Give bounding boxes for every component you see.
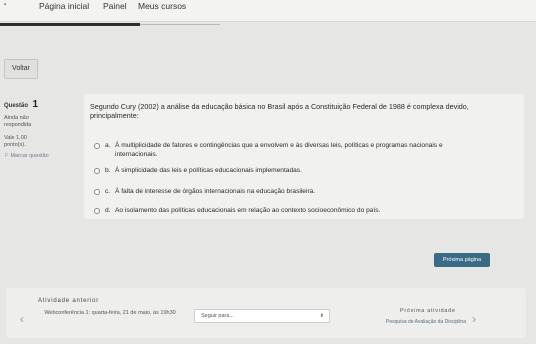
option-text: À falta de interesse de órgãos internaci…	[115, 188, 316, 195]
answer-option-a[interactable]: a. À multiplicidade de fatores e conting…	[94, 142, 485, 159]
answer-option-c[interactable]: c. À falta de interesse de órgãos intern…	[94, 188, 485, 197]
header-divider-thin	[140, 24, 220, 25]
answer-option-b[interactable]: b. À simplicidade das leis e políticas e…	[94, 167, 485, 176]
nav-dashboard[interactable]: Painel	[103, 1, 127, 11]
option-text: Ao isolamento das políticas educacionais…	[115, 207, 381, 214]
select-arrow-icon: ⬍	[319, 313, 324, 319]
jump-to-placeholder: Seguir para...	[201, 313, 235, 319]
question-status: Ainda não respondida	[4, 115, 32, 128]
option-text: À multiplicidade de fatores e contingênc…	[115, 142, 443, 158]
nav-home[interactable]: Página inicial	[39, 1, 89, 11]
header-divider	[0, 23, 140, 26]
option-letter: b.	[105, 167, 111, 174]
activity-navigation: ‹ Atividade anterior Webconferência 1: q…	[6, 288, 526, 338]
option-letter: d.	[105, 207, 111, 214]
radio-button-c[interactable]	[94, 189, 100, 195]
previous-activity-title: Atividade anterior	[38, 298, 100, 304]
radio-button-d[interactable]	[94, 208, 100, 214]
answer-option-d[interactable]: d. Ao isolamento das políticas educacion…	[94, 207, 485, 216]
chevron-left-icon[interactable]: ‹	[20, 312, 24, 326]
option-letter: a.	[105, 142, 111, 149]
top-navbar: ▪ Página inicial Painel Meus cursos	[0, 0, 536, 22]
next-activity-title: Próxima atividade	[400, 308, 456, 314]
question-label: Questão	[4, 103, 29, 109]
question-score: Vale 1,00 ponto(s).	[4, 135, 27, 148]
question-card: Segundo Cury (2002) a análise da educaçã…	[84, 94, 524, 219]
back-button[interactable]: Voltar	[4, 59, 38, 79]
radio-button-a[interactable]	[94, 143, 100, 149]
previous-activity-link[interactable]: Webconferência 1: quarta-feira, 21 de ma…	[40, 310, 180, 317]
flag-icon: ⚐	[4, 153, 9, 159]
question-number: 1	[32, 99, 39, 110]
flag-question-label: Marcar questão	[10, 153, 49, 159]
option-text: À simplicidade das leis e políticas educ…	[115, 167, 302, 174]
site-logo-icon[interactable]: ▪	[4, 2, 6, 8]
question-text: Segundo Cury (2002) a análise da educaçã…	[90, 102, 469, 120]
flag-question-link[interactable]: ⚐ Marcar questão	[4, 153, 84, 160]
jump-to-select[interactable]: Seguir para... ⬍	[194, 309, 330, 323]
nav-my-courses[interactable]: Meus cursos	[138, 1, 186, 11]
option-letter: c.	[105, 188, 111, 195]
next-activity-link[interactable]: Pesquisa de Avaliação da Disciplina	[346, 319, 466, 325]
chevron-right-icon[interactable]: ›	[472, 312, 476, 326]
question-info-panel: Questão 1 Ainda não respondida Vale 1,00…	[4, 94, 84, 190]
next-page-button[interactable]: Próxima página	[434, 253, 490, 267]
radio-button-b[interactable]	[94, 168, 100, 174]
